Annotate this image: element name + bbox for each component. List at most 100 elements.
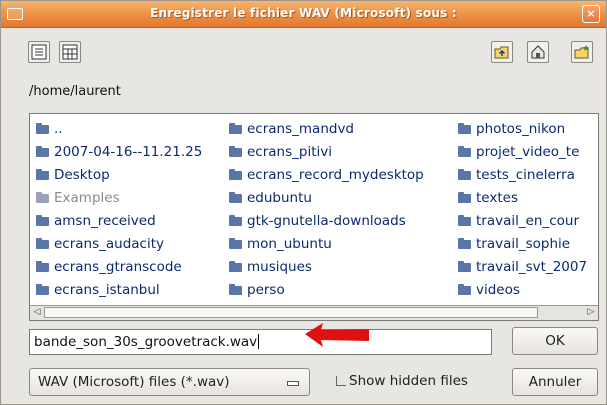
folder-icon bbox=[36, 146, 49, 157]
file-column-1: .. 2007-04-16--11.21.25 Desktop Examples… bbox=[36, 118, 202, 302]
dropdown-icon bbox=[287, 381, 299, 386]
folder-icon bbox=[36, 238, 49, 249]
item-label: tests_cinelerra bbox=[476, 167, 575, 183]
scroll-left-icon[interactable]: ◁ bbox=[31, 307, 43, 318]
folder-icon bbox=[36, 123, 49, 134]
filename-value: bande_son_30s_groovetrack.wav bbox=[34, 334, 258, 350]
file-column-2: ecrans_mandvd ecrans_pitivi ecrans_recor… bbox=[229, 118, 424, 302]
list-item[interactable]: amsn_received bbox=[36, 210, 202, 233]
folder-icon bbox=[229, 284, 242, 295]
detail-view-icon bbox=[62, 44, 78, 60]
folder-icon bbox=[458, 192, 471, 203]
list-item[interactable]: travail_en_cour bbox=[458, 210, 587, 233]
list-item[interactable]: perso bbox=[229, 279, 424, 302]
list-item[interactable]: photos_nikon bbox=[458, 118, 587, 141]
list-item[interactable]: gtk-gnutella-downloads bbox=[229, 210, 424, 233]
cancel-button[interactable]: Annuler bbox=[512, 368, 598, 396]
item-label: ecrans_audacity bbox=[54, 236, 165, 252]
home-button[interactable] bbox=[527, 41, 549, 63]
file-type-select[interactable]: WAV (Microsoft) files (*.wav) bbox=[29, 368, 310, 396]
file-list[interactable]: .. 2007-04-16--11.21.25 Desktop Examples… bbox=[29, 113, 599, 321]
list-item[interactable]: Examples bbox=[36, 187, 202, 210]
folder-icon bbox=[458, 284, 471, 295]
folder-icon bbox=[458, 215, 471, 226]
list-item[interactable]: ecrans_istanbul bbox=[36, 279, 202, 302]
item-label: amsn_received bbox=[54, 213, 156, 229]
item-label: videos bbox=[476, 282, 520, 298]
list-view-button[interactable] bbox=[28, 41, 50, 63]
list-item[interactable]: Desktop bbox=[36, 164, 202, 187]
item-label: Examples bbox=[54, 190, 120, 206]
folder-icon bbox=[458, 146, 471, 157]
scrollbar-thumb[interactable] bbox=[44, 307, 538, 318]
home-folder-icon bbox=[531, 45, 545, 59]
parent-folder-button[interactable] bbox=[491, 41, 513, 63]
save-dialog: Enregistrer le fichier WAV (Microsoft) s… bbox=[0, 0, 607, 405]
folder-icon bbox=[36, 169, 49, 180]
folder-icon bbox=[458, 169, 471, 180]
item-label: perso bbox=[247, 282, 285, 298]
new-folder-icon bbox=[574, 45, 589, 59]
item-label: mon_ubuntu bbox=[247, 236, 332, 252]
item-label: travail_svt_2007 bbox=[476, 259, 588, 275]
folder-icon bbox=[458, 238, 471, 249]
item-label: projet_video_te bbox=[476, 144, 580, 160]
list-item[interactable]: videos bbox=[458, 279, 587, 302]
list-item[interactable]: ecrans_gtranscode bbox=[36, 256, 202, 279]
item-label: Desktop bbox=[54, 167, 110, 183]
folder-icon bbox=[229, 146, 242, 157]
item-label: ecrans_istanbul bbox=[54, 282, 160, 298]
new-folder-button[interactable] bbox=[571, 41, 593, 63]
filename-input[interactable]: bande_son_30s_groovetrack.wav bbox=[29, 329, 492, 355]
item-label: ecrans_pitivi bbox=[247, 144, 332, 160]
list-item[interactable]: travail_sophie bbox=[458, 233, 587, 256]
item-label: travail_sophie bbox=[476, 236, 571, 252]
file-column-3: photos_nikon projet_video_te tests_cinel… bbox=[458, 118, 587, 302]
show-hidden-label: Show hidden files bbox=[349, 373, 468, 389]
item-label: .. bbox=[54, 121, 63, 137]
list-item[interactable]: ecrans_mandvd bbox=[229, 118, 424, 141]
folder-icon bbox=[36, 192, 49, 203]
close-button[interactable]: × bbox=[582, 5, 600, 23]
item-label: ecrans_mandvd bbox=[247, 121, 354, 137]
folder-icon bbox=[229, 123, 242, 134]
folder-icon bbox=[458, 261, 471, 272]
folder-icon bbox=[458, 123, 471, 134]
list-item[interactable]: ecrans_record_mydesktop bbox=[229, 164, 424, 187]
item-label: ecrans_record_mydesktop bbox=[247, 167, 424, 183]
list-item[interactable]: tests_cinelerra bbox=[458, 164, 587, 187]
red-arrow-annotation bbox=[305, 323, 369, 347]
list-item[interactable]: ecrans_audacity bbox=[36, 233, 202, 256]
show-hidden-checkbox[interactable]: Show hidden files bbox=[336, 372, 468, 390]
file-type-value: WAV (Microsoft) files (*.wav) bbox=[38, 374, 230, 390]
folder-icon bbox=[229, 261, 242, 272]
item-label: photos_nikon bbox=[476, 121, 566, 137]
folder-icon bbox=[229, 215, 242, 226]
list-item[interactable]: .. bbox=[36, 118, 202, 141]
folder-icon bbox=[229, 192, 242, 203]
list-item[interactable]: mon_ubuntu bbox=[229, 233, 424, 256]
list-item[interactable]: musiques bbox=[229, 256, 424, 279]
horizontal-scrollbar[interactable]: ◁ ▷ bbox=[30, 305, 598, 320]
item-label: ecrans_gtranscode bbox=[54, 259, 182, 275]
scroll-right-icon[interactable]: ▷ bbox=[585, 307, 597, 318]
item-label: textes bbox=[476, 190, 518, 206]
item-label: travail_en_cour bbox=[476, 213, 580, 229]
list-item[interactable]: edubuntu bbox=[229, 187, 424, 210]
list-item[interactable]: 2007-04-16--11.21.25 bbox=[36, 141, 202, 164]
folder-icon bbox=[36, 284, 49, 295]
list-item[interactable]: projet_video_te bbox=[458, 141, 587, 164]
checkbox-icon[interactable] bbox=[336, 376, 346, 386]
window-title: Enregistrer le fichier WAV (Microsoft) s… bbox=[150, 6, 457, 20]
ok-button[interactable]: OK bbox=[512, 327, 598, 355]
item-label: 2007-04-16--11.21.25 bbox=[54, 144, 203, 160]
title-bar[interactable]: Enregistrer le fichier WAV (Microsoft) s… bbox=[1, 1, 606, 28]
item-label: musiques bbox=[247, 259, 312, 275]
list-item[interactable]: textes bbox=[458, 187, 587, 210]
folder-icon bbox=[229, 169, 242, 180]
list-item[interactable]: ecrans_pitivi bbox=[229, 141, 424, 164]
list-item[interactable]: travail_svt_2007 bbox=[458, 256, 587, 279]
folder-icon bbox=[229, 238, 242, 249]
detail-view-button[interactable] bbox=[59, 41, 81, 63]
list-view-icon bbox=[31, 44, 47, 60]
